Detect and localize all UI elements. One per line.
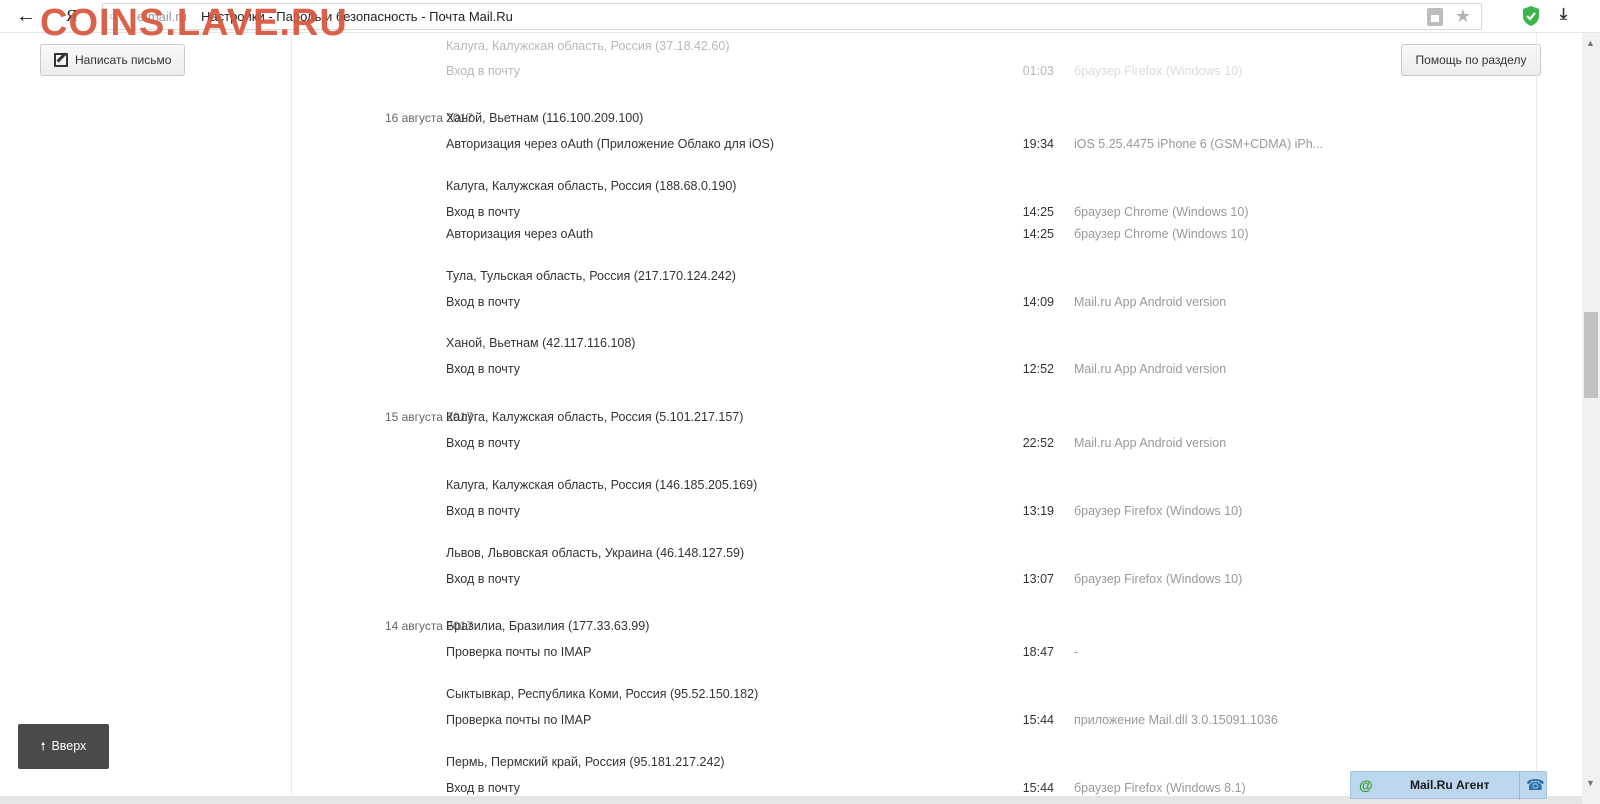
entry-time: 18:47 (1022, 645, 1054, 659)
entry-time: 22:52 (1022, 436, 1054, 450)
entry-location: Львов, Львовская область, Украина (46.14… (446, 546, 745, 560)
vertical-scrollbar[interactable] (1582, 33, 1600, 804)
entry-location: Сыктывкар, Республика Коми, Россия (95.5… (446, 687, 759, 701)
login-history-list: Калуга, Калужская область, Россия (37.18… (291, 33, 1537, 804)
entry-client: браузер Firefox (Windows 10) (1074, 504, 1243, 518)
download-icon[interactable]: ⤓ (1560, 6, 1567, 24)
entry-time: 13:07 (1022, 572, 1054, 586)
scrollbar-thumb[interactable] (1584, 312, 1598, 398)
entry-client: браузер Firefox (Windows 8.1) (1074, 781, 1246, 795)
entry-time: 15:44 (1022, 713, 1054, 727)
agent-at-icon: @ (1359, 777, 1373, 793)
entry-location: Пермь, Пермский край, Россия (95.181.217… (446, 755, 725, 769)
entry-client: приложение Mail.dll 3.0.15091.1036 (1074, 713, 1278, 727)
scroll-top-label: Вверх (51, 739, 87, 753)
entry-client: браузер Chrome (Windows 10) (1074, 227, 1249, 241)
entry-client: Mail.ru App Android version (1074, 295, 1227, 309)
entry-action: Вход в почту (446, 362, 520, 376)
entry-action: Вход в почту (446, 572, 520, 586)
scroll-top-button[interactable]: 🠕 Вверх (18, 724, 109, 769)
divider (1519, 772, 1520, 800)
entry-time: 14:25 (1022, 227, 1054, 241)
entry-client: iOS 5.25.4475 iPhone 6 (GSM+CDMA) iPh... (1074, 137, 1324, 151)
horizontal-scrollbar[interactable] (0, 796, 1582, 804)
scroll-up-arrow-icon[interactable]: ▲ (1586, 38, 1596, 48)
entry-time: 12:52 (1022, 362, 1054, 376)
entry-time: 01:03 (1022, 64, 1054, 78)
entry-action: Вход в почту (446, 781, 520, 795)
entry-client: браузер Firefox (Windows 10) (1074, 572, 1243, 586)
entry-client: Mail.ru App Android version (1074, 362, 1227, 376)
compose-button[interactable]: Написать письмо (40, 44, 185, 76)
entry-location: Калуга, Калужская область, Россия (5.101… (446, 410, 744, 424)
scroll-down-arrow-icon[interactable]: ▼ (1586, 778, 1595, 788)
entry-location: Калуга, Калужская область, Россия (37.18… (446, 39, 730, 53)
entry-action: Вход в почту (446, 295, 520, 309)
entry-location: Ханой, Вьетнам (116.100.209.100) (446, 111, 644, 125)
entry-time: 15:44 (1022, 781, 1054, 795)
entry-time: 19:34 (1022, 137, 1054, 151)
lock-icon[interactable] (1427, 8, 1443, 26)
entry-location: Калуга, Калужская область, Россия (146.1… (446, 478, 758, 492)
compose-icon (54, 53, 68, 67)
entry-action: Проверка почты по IMAP (446, 713, 592, 727)
phone-icon[interactable]: ☎ (1526, 776, 1545, 794)
entry-client: - (1074, 645, 1079, 659)
entry-location: Тула, Тульская область, Россия (217.170.… (446, 269, 736, 283)
bookmark-star-icon[interactable]: ★ (1455, 6, 1471, 27)
agent-title: Mail.Ru Агент (1410, 778, 1490, 792)
entry-action: Авторизация через oAuth (446, 227, 594, 241)
entry-action: Вход в почту (446, 504, 520, 518)
entry-action: Проверка почты по IMAP (446, 645, 592, 659)
compose-label: Написать письмо (75, 53, 172, 67)
entry-action: Авторизация через oAuth (Приложение Обла… (446, 137, 775, 151)
protect-shield-icon[interactable] (1521, 5, 1541, 27)
entry-location: Бразилиа, Бразилия (177.33.63.99) (446, 619, 650, 633)
entry-action: Вход в почту (446, 436, 520, 450)
arrow-up-icon: 🠕 (40, 741, 46, 753)
mail-agent-bar[interactable]: @ Mail.Ru Агент ☎ (1350, 771, 1547, 800)
entry-location: Калуга, Калужская область, Россия (188.6… (446, 179, 737, 193)
back-arrow-icon[interactable]: ← (14, 5, 38, 29)
entry-time: 14:09 (1022, 295, 1054, 309)
entry-location: Ханой, Вьетнам (42.117.116.108) (446, 336, 636, 350)
entry-time: 14:25 (1022, 205, 1054, 219)
entry-client: браузер Firefox (Windows 10) (1074, 64, 1243, 78)
entry-client: браузер Chrome (Windows 10) (1074, 205, 1249, 219)
entry-action: Вход в почту (446, 64, 520, 78)
entry-action: Вход в почту (446, 205, 520, 219)
entry-client: Mail.ru App Android version (1074, 436, 1227, 450)
entry-time: 13:19 (1022, 504, 1054, 518)
